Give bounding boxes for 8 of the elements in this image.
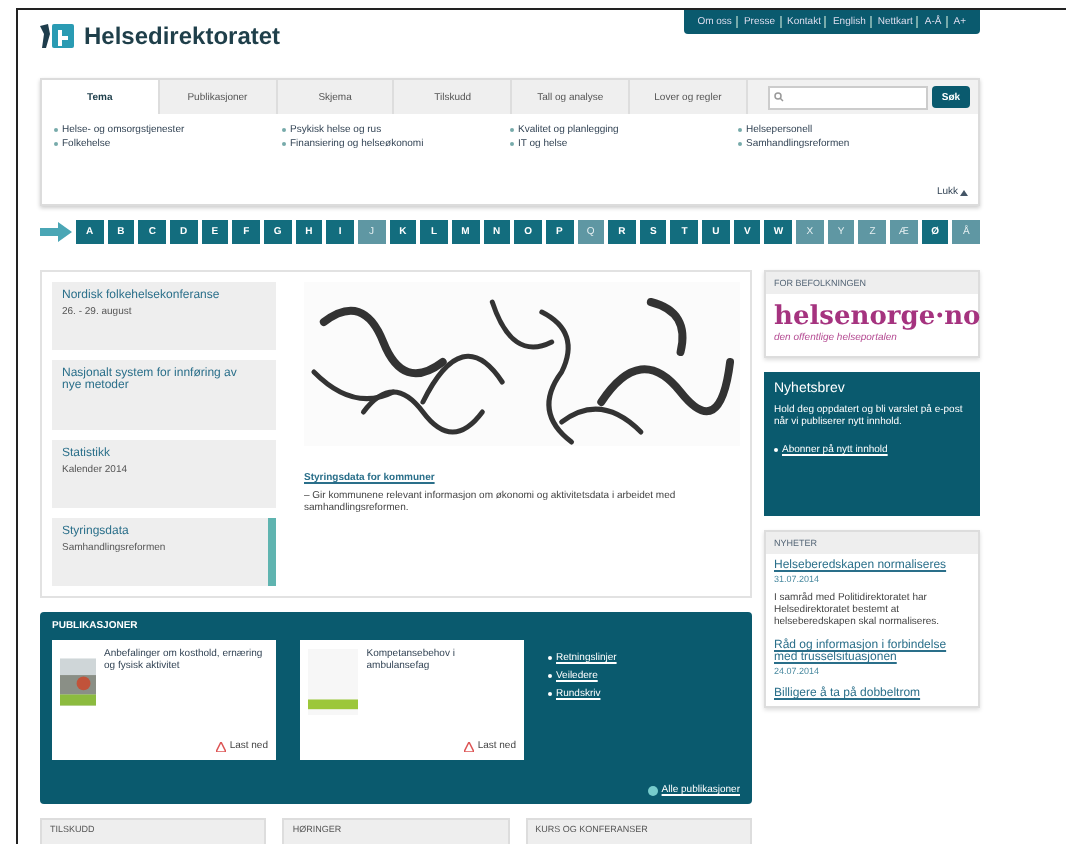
logo-icon[interactable] xyxy=(40,22,76,50)
book-cover-icon xyxy=(308,648,359,716)
brand-link[interactable]: helsenorge·no xyxy=(766,294,978,332)
logo-text[interactable]: Helsedirektoratet xyxy=(84,22,281,50)
search-icon xyxy=(773,92,784,102)
caret-icon xyxy=(960,189,968,195)
arrow-icon xyxy=(40,222,72,242)
search-field[interactable] xyxy=(767,85,928,109)
